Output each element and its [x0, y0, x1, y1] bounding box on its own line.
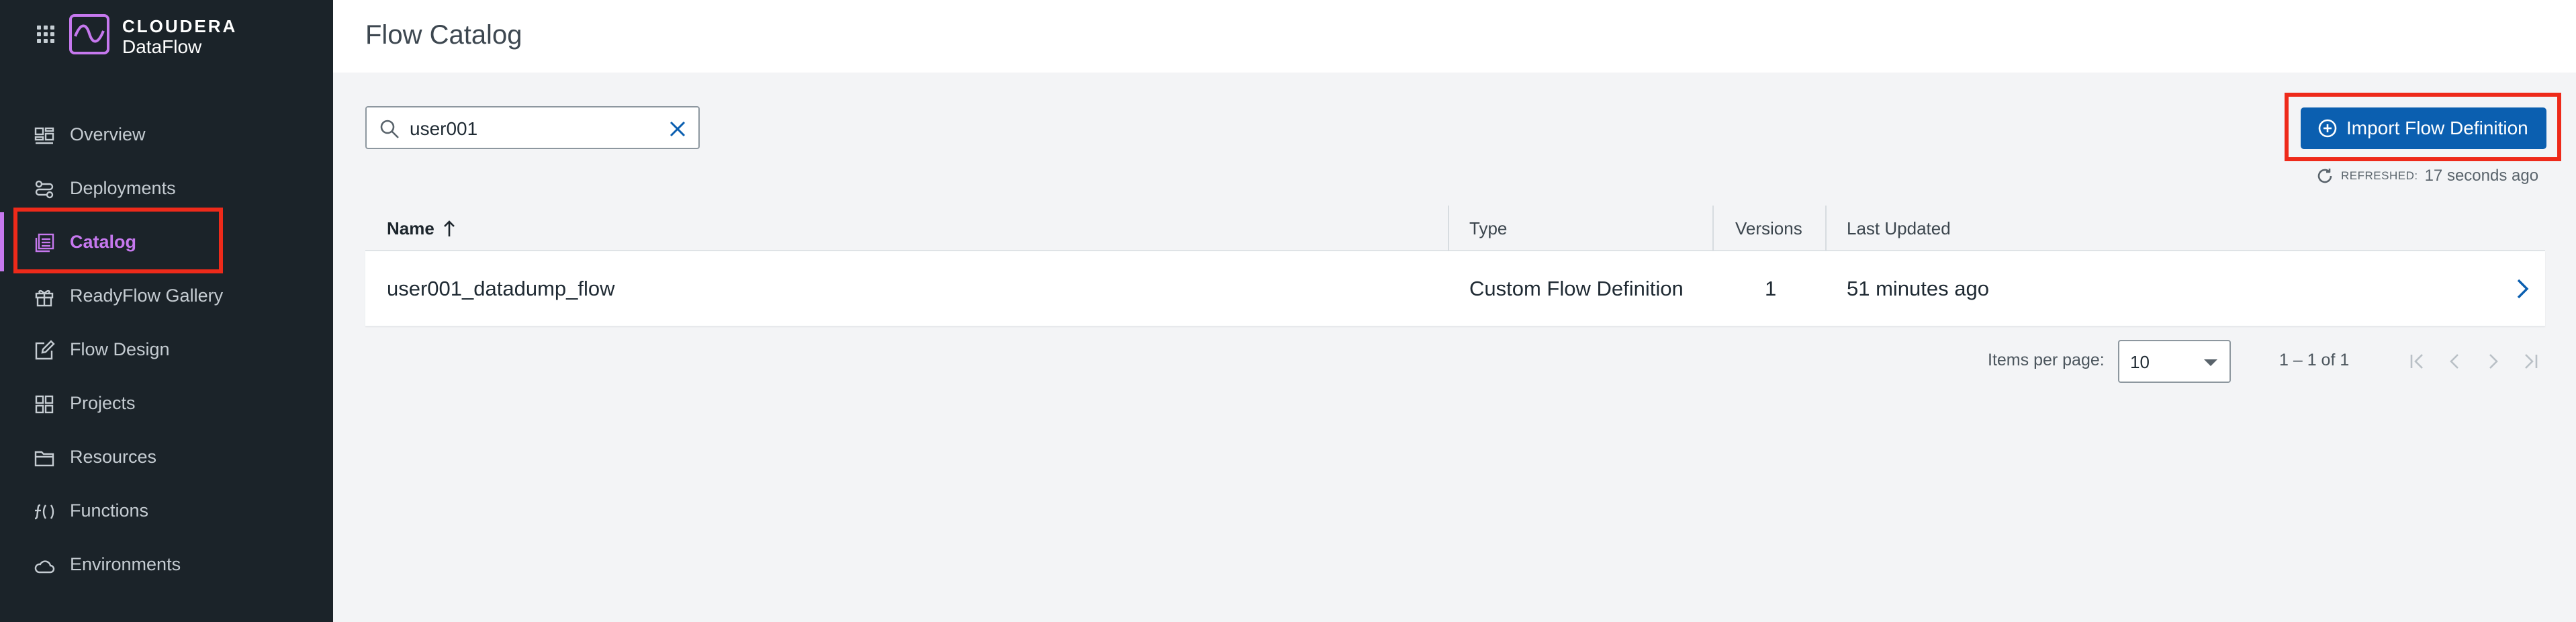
column-header-versions[interactable]: Versions — [1735, 206, 1802, 251]
search-input[interactable]: user001 — [365, 106, 700, 149]
sidebar-item-readyflow-gallery[interactable]: ReadyFlow Gallery — [0, 269, 333, 322]
flow-table: Name Type Versions Last Updated user001_… — [365, 206, 2545, 326]
sidebar-item-label: ReadyFlow Gallery — [70, 285, 224, 306]
cloudera-logo-icon — [69, 14, 109, 54]
previous-page-icon[interactable] — [2443, 349, 2467, 373]
refresh-label: REFRESHED: — [2341, 169, 2418, 182]
refresh-status: REFRESHED: 17 seconds ago — [2315, 167, 2538, 185]
cloud-icon — [34, 560, 55, 574]
sidebar-item-label: Resources — [70, 446, 157, 467]
brand-subtitle: DataFlow — [122, 36, 202, 57]
edit-icon — [35, 340, 55, 360]
sidebar-item-projects[interactable]: Projects — [0, 376, 333, 430]
highlight-box-catalog — [13, 208, 223, 273]
column-separator — [1825, 206, 1827, 251]
cell-versions: 1 — [1765, 277, 1777, 300]
cell-name: user001_datadump_flow — [387, 277, 615, 300]
next-page-icon[interactable] — [2481, 349, 2505, 373]
function-icon — [34, 504, 54, 520]
sidebar-item-label: Flow Design — [70, 339, 170, 359]
overview-icon — [34, 127, 54, 144]
refresh-time: 17 seconds ago — [2424, 167, 2539, 185]
items-per-page-label: Items per page: — [1988, 351, 2105, 369]
app-switcher-icon[interactable] — [37, 26, 54, 43]
column-separator — [1712, 206, 1714, 251]
deployments-icon — [35, 180, 54, 199]
chevron-right-icon[interactable] — [2510, 277, 2534, 301]
sidebar-item-label: Environments — [70, 553, 181, 574]
cell-type: Custom Flow Definition — [1469, 277, 1684, 300]
folder-icon — [34, 451, 54, 467]
sidebar-item-functions[interactable]: Functions — [0, 484, 333, 537]
sort-ascending-icon — [443, 220, 455, 236]
sidebar-item-label: Overview — [70, 124, 146, 144]
items-per-page-value: 10 — [2130, 352, 2150, 372]
sidebar: CLOUDERA DataFlow Overview Deployments C… — [0, 0, 333, 622]
highlight-box-import — [2285, 93, 2561, 161]
search-value: user001 — [410, 118, 478, 139]
page-title: Flow Catalog — [365, 20, 522, 50]
pagination-range: 1 – 1 of 1 — [2279, 351, 2350, 369]
sidebar-item-environments[interactable]: Environments — [0, 537, 333, 591]
page-header: Flow Catalog — [333, 0, 2576, 73]
sidebar-item-label: Functions — [70, 500, 149, 521]
sidebar-item-deployments[interactable]: Deployments — [0, 161, 333, 215]
brand-name: CLOUDERA DataFlow — [122, 16, 237, 58]
gift-icon — [35, 290, 54, 307]
table-row[interactable]: user001_datadump_flow Custom Flow Defini… — [365, 251, 2545, 326]
column-header-type[interactable]: Type — [1469, 206, 1507, 251]
refresh-icon[interactable] — [2315, 167, 2334, 185]
close-icon[interactable] — [668, 119, 688, 139]
search-icon — [380, 120, 399, 138]
caret-down-icon — [2204, 359, 2217, 366]
column-separator — [1448, 206, 1449, 251]
sidebar-item-flow-design[interactable]: Flow Design — [0, 322, 333, 376]
brand-title: CLOUDERA — [122, 16, 238, 36]
active-indicator — [0, 212, 4, 271]
sidebar-item-overview[interactable]: Overview — [0, 107, 333, 161]
sidebar-item-resources[interactable]: Resources — [0, 430, 333, 484]
cell-last-updated: 51 minutes ago — [1847, 277, 1989, 300]
column-header-last-updated[interactable]: Last Updated — [1847, 206, 1951, 251]
first-page-icon[interactable] — [2405, 349, 2430, 373]
items-per-page-select[interactable]: 10 — [2118, 340, 2231, 383]
projects-icon — [35, 395, 54, 414]
last-page-icon[interactable] — [2518, 349, 2542, 373]
table-header: Name Type Versions Last Updated — [365, 206, 2545, 251]
sidebar-item-label: Projects — [70, 392, 136, 413]
column-header-name[interactable]: Name — [387, 206, 456, 251]
column-label: Name — [387, 218, 434, 238]
sidebar-item-label: Deployments — [70, 177, 176, 198]
